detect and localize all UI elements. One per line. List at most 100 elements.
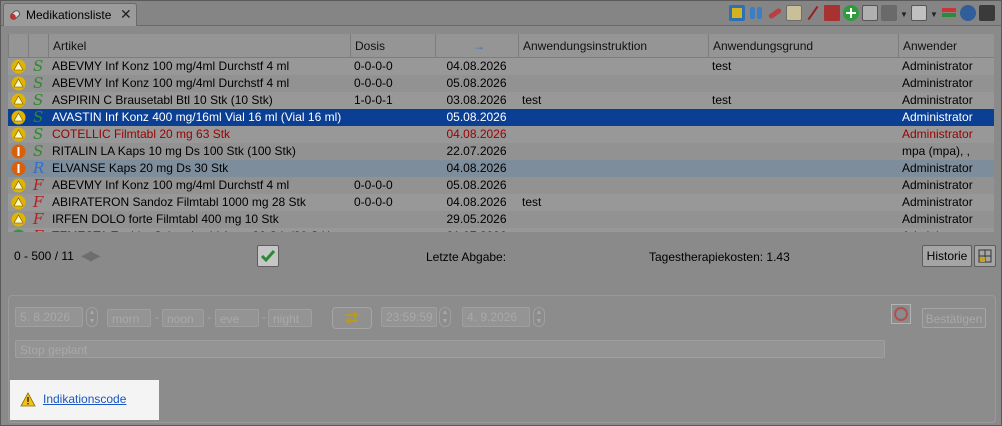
cell-anwender: Administrator	[902, 127, 973, 141]
lock-grid-button[interactable]	[974, 245, 996, 267]
swap-arrows-icon	[345, 311, 359, 325]
status-icon	[11, 59, 26, 74]
cell-anwendungsinstruktion	[518, 109, 708, 126]
cell-anwendungsinstruktion: test	[522, 195, 542, 209]
star-icon[interactable]	[862, 5, 878, 21]
cell-anwender: Administrator	[898, 228, 994, 232]
morn-field[interactable]: morn	[107, 309, 151, 327]
header-type[interactable]	[28, 34, 48, 57]
cell-artikel: IRFEN DOLO forte Filmtabl 400 mg 10 Stk	[52, 212, 279, 226]
status-icon	[11, 178, 26, 193]
cell-anwendungsinstruktion	[518, 211, 708, 228]
table-row[interactable]: S ABEVMY Inf Konz 100 mg/4ml Durchstf 4 m…	[8, 58, 994, 75]
cell-datum: 29.05.2026	[446, 212, 507, 226]
pill-icon[interactable]	[767, 5, 783, 21]
cell-anwendungsinstruktion	[518, 126, 708, 143]
table-row[interactable]: R ELVANSE Kaps 20 mg Ds 30 Stk 04.08.2026 A…	[8, 160, 994, 177]
end-date-stepper[interactable]: ▲ ▼	[533, 307, 545, 327]
header-anwender[interactable]: Anwender	[898, 34, 994, 57]
close-icon[interactable]: ✕	[120, 6, 132, 23]
noon-field[interactable]: noon	[162, 309, 204, 327]
table-body: S ABEVMY Inf Konz 100 mg/4ml Durchstf 4 m…	[8, 58, 994, 232]
layers-icon[interactable]	[941, 5, 957, 21]
stop-geplant-field[interactable]: Stop geplant	[15, 340, 885, 358]
cell-anwendungsinstruktion	[518, 177, 708, 194]
persons-icon[interactable]	[748, 5, 764, 21]
table-row[interactable]: F ABEVMY Inf Konz 100 mg/4ml Durchstf 4 m…	[8, 177, 994, 194]
cell-anwendungsinstruktion	[518, 58, 708, 75]
type-indicator: S	[33, 125, 44, 143]
cell-anwendungsgrund	[708, 194, 898, 211]
table-row[interactable]: S COTELLIC Filmtabl 20 mg 63 Stk 04.08.202…	[8, 126, 994, 143]
table-row[interactable]: FTEMESTA Expidet Schmelztabl 1 mg 30 Stk…	[8, 228, 994, 232]
cell-artikel: TEMESTA Expidet Schmelztabl 1 mg 30 Stk …	[48, 228, 350, 232]
cell-datum: 05.08.2026	[446, 76, 507, 90]
table-row[interactable]: S ASPIRIN C Brausetabl Btl 10 Stk (10 Stk…	[8, 92, 994, 109]
confirm-check-button[interactable]	[257, 245, 279, 267]
pen-icon[interactable]	[805, 5, 821, 21]
page-nav-arrows-icon[interactable]: ◀▶	[81, 247, 100, 264]
swap-button[interactable]	[332, 307, 372, 329]
type-indicator: S	[33, 57, 44, 75]
cell-anwendungsgrund	[708, 75, 898, 92]
cell-dosis	[350, 211, 435, 228]
header-status[interactable]	[8, 34, 28, 57]
header-anwendungsgrund[interactable]: Anwendungsgrund	[708, 34, 898, 57]
table-row[interactable]: S RITALIN LA Kaps 10 mg Ds 100 Stk (100 S…	[8, 143, 994, 160]
chevron-down-icon[interactable]: ▼	[900, 5, 908, 21]
cell-anwendungsgrund	[708, 109, 898, 126]
table-header: Artikel Dosis → Anwendungsinstruktion An…	[8, 34, 994, 58]
cell-artikel: AVASTIN Inf Konz 400 mg/16ml Vial 16 ml …	[52, 110, 342, 124]
cell-anwendungsinstruktion	[518, 75, 708, 92]
start-date-field[interactable]: 5. 8.2026	[15, 307, 83, 327]
table-row[interactable]: S ABEVMY Inf Konz 100 mg/4ml Durchstf 4 m…	[8, 75, 994, 92]
time-field[interactable]: 23:59:59	[381, 307, 437, 327]
cell-anwender: Administrator	[902, 212, 973, 226]
medication-window: Medikationsliste ✕ ▼ ▼ Artikel Dosis → A…	[0, 0, 1002, 426]
cell-anwendungsgrund	[708, 143, 898, 160]
cell-datum: 04.08.2026	[446, 59, 507, 73]
tab-medikationsliste[interactable]: Medikationsliste ✕	[3, 3, 137, 26]
header-anwendungsinstruktion[interactable]: Anwendungsinstruktion	[518, 34, 708, 57]
cell-anwender: Administrator	[902, 161, 973, 175]
table-row[interactable]: S AVASTIN Inf Konz 400 mg/16ml Vial 16 ml…	[8, 109, 994, 126]
chevron-down-icon[interactable]: ▼	[930, 5, 938, 21]
pdf-icon[interactable]	[824, 5, 840, 21]
type-indicator: S	[33, 142, 44, 160]
lock-grid-icon	[978, 249, 992, 263]
start-date-stepper[interactable]: ▲ ▼	[86, 307, 98, 327]
printer-icon[interactable]	[979, 5, 995, 21]
header-artikel[interactable]: Artikel	[48, 34, 350, 57]
bestaetigen-button[interactable]: Bestätigen	[922, 308, 986, 328]
cell-artikel: ABIRATERON Sandoz Filmtabl 1000 mg 28 St…	[52, 195, 306, 209]
table-row[interactable]: F ABIRATERON Sandoz Filmtabl 1000 mg 28 S…	[8, 194, 994, 211]
print-icon[interactable]	[881, 5, 897, 21]
cell-dosis: 0-0-0-0	[354, 178, 393, 192]
add-icon[interactable]	[843, 5, 859, 21]
header-sort-arrow-icon[interactable]: →	[435, 34, 518, 57]
end-date-field[interactable]: 4. 9.2026	[462, 307, 530, 327]
view-icon[interactable]	[729, 5, 745, 21]
pill-icon	[9, 10, 21, 20]
table-row[interactable]: F IRFEN DOLO forte Filmtabl 400 mg 10 Stk…	[8, 211, 994, 228]
cell-anwender: Administrator	[902, 59, 973, 73]
settings-icon[interactable]	[960, 5, 976, 21]
note-icon[interactable]	[786, 5, 802, 21]
night-field[interactable]: night	[268, 309, 312, 327]
header-dosis[interactable]: Dosis	[350, 34, 435, 57]
cell-anwender: Administrator	[902, 195, 973, 209]
cell-artikel: ELVANSE Kaps 20 mg Ds 30 Stk	[52, 161, 229, 175]
document-icon[interactable]	[911, 5, 927, 21]
cell-dosis	[350, 109, 435, 126]
status-icon	[11, 93, 26, 108]
indikationscode-link[interactable]: Indikationscode	[43, 392, 126, 406]
time-stepper[interactable]: ▲ ▼	[439, 307, 451, 327]
eve-field[interactable]: eve	[215, 309, 259, 327]
cell-anwendungsinstruktion: test	[522, 93, 542, 107]
type-indicator: F	[33, 210, 44, 228]
historie-button[interactable]: Historie	[922, 245, 972, 267]
stop-button[interactable]	[891, 304, 911, 324]
type-indicator: F	[33, 228, 49, 233]
cell-dosis	[350, 143, 435, 160]
cell-dosis: 1-0-0-1	[354, 93, 393, 107]
